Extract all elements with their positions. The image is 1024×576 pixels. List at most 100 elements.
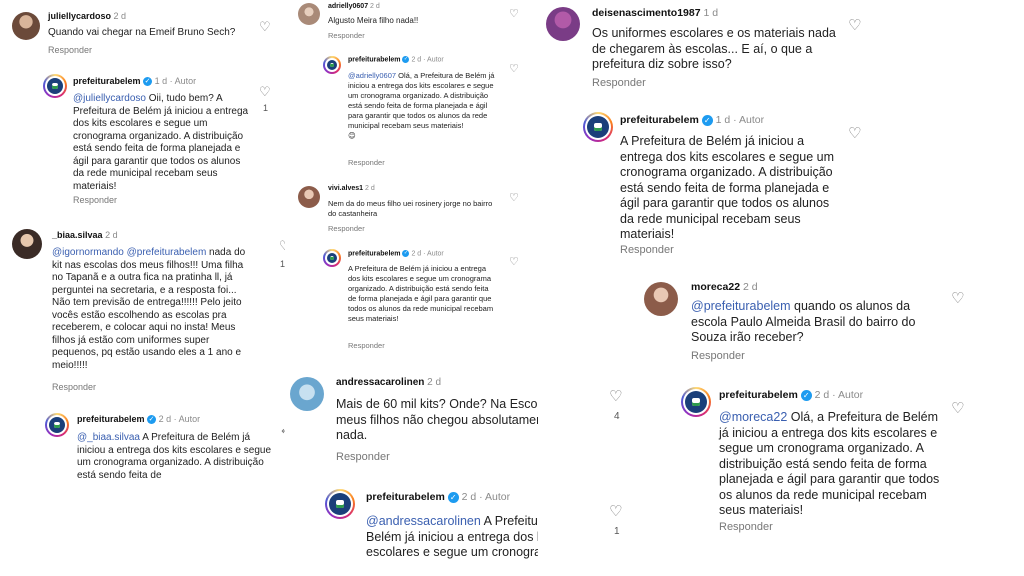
reply-button[interactable]: Responder bbox=[719, 521, 773, 533]
comment-text: @adrielly0607 Olá, a Prefeitura de Belém… bbox=[348, 71, 498, 141]
username[interactable]: andressacarolinen bbox=[336, 377, 424, 388]
mention-link[interactable]: @andressacarolinen bbox=[366, 514, 481, 528]
username[interactable]: prefeiturabelem bbox=[366, 491, 445, 503]
reply-button[interactable]: Responder bbox=[691, 350, 745, 362]
heart-icon[interactable]: ♡ bbox=[259, 20, 271, 33]
verified-badge-icon: ✓ bbox=[143, 77, 153, 87]
heart-icon[interactable]: ♡ bbox=[848, 18, 861, 33]
reply-button[interactable]: Responder bbox=[336, 451, 390, 463]
mention-link[interactable]: @prefeiturabelem bbox=[127, 247, 207, 258]
comment-text: @juliellycardoso Oii, tudo bem? A Prefei… bbox=[73, 93, 249, 192]
reply-button[interactable]: Responder bbox=[52, 382, 96, 392]
avatar[interactable] bbox=[290, 377, 324, 411]
timestamp: 2 d bbox=[427, 377, 442, 388]
reply-button[interactable]: Responder bbox=[620, 244, 674, 256]
username[interactable]: prefeiturabelem bbox=[719, 389, 798, 401]
avatar[interactable] bbox=[322, 248, 342, 268]
heart-icon[interactable]: ♡ bbox=[259, 85, 271, 98]
comment-text: Os uniformes escolares e os materiais na… bbox=[592, 26, 836, 71]
reply-button[interactable]: Responder bbox=[48, 45, 92, 55]
username[interactable]: prefeiturabelem bbox=[348, 250, 401, 257]
timestamp: 2 d bbox=[364, 185, 375, 192]
comment-header: prefeiturabelem ✓ 2 d · Autor bbox=[348, 56, 444, 64]
verified-badge-icon: ✓ bbox=[147, 415, 157, 425]
comment-header: prefeiturabelem ✓ 2 d · Autor bbox=[348, 250, 444, 258]
heart-icon[interactable]: ♡ bbox=[509, 9, 519, 20]
reply-arrow-icon[interactable]: ↲ bbox=[280, 426, 285, 436]
comment-text: @prefeiturabelem quando os alunos da esc… bbox=[691, 299, 916, 344]
comment-header: prefeiturabelem ✓ 2 d · Autor bbox=[366, 491, 511, 503]
heart-icon[interactable]: ♡ bbox=[279, 239, 285, 252]
author-label: Autor bbox=[174, 76, 197, 86]
comment-header: deisenascimento1987 1 d bbox=[592, 7, 718, 19]
username[interactable]: vivi.alves1 bbox=[328, 185, 363, 192]
avatar[interactable] bbox=[298, 3, 320, 25]
reply-button[interactable]: Responder bbox=[73, 195, 117, 205]
reply-button[interactable]: Responder bbox=[328, 31, 365, 40]
comment-text: Quando vai chegar na Emeif Bruno Sech? bbox=[48, 27, 236, 38]
comment-header: juliellycardoso 2 d bbox=[48, 11, 126, 21]
avatar[interactable] bbox=[322, 55, 342, 75]
mention-link[interactable]: @prefeiturabelem bbox=[691, 299, 791, 313]
heart-icon[interactable]: ♡ bbox=[509, 64, 519, 75]
username[interactable]: prefeiturabelem bbox=[620, 114, 699, 126]
comment-header: adrielly0607 2 d bbox=[328, 3, 380, 10]
comments-column-2: adrielly0607 2 d Algusto Meira filho nad… bbox=[288, 0, 538, 576]
avatar[interactable] bbox=[324, 488, 356, 520]
comment-text: @moreca22 Olá, a Prefeitura de Belém já … bbox=[719, 410, 940, 517]
author-label: Autor bbox=[427, 56, 444, 64]
comments-column-3: deisenascimento1987 1 d Os uniformes esc… bbox=[540, 0, 1024, 576]
comment-header: prefeiturabelem ✓ 1 d · Autor bbox=[73, 76, 197, 87]
avatar[interactable] bbox=[644, 282, 678, 316]
mention-link[interactable]: @_biaa.silvaa bbox=[77, 432, 140, 443]
timestamp: 2 d bbox=[158, 414, 172, 424]
author-label: Autor bbox=[739, 114, 765, 126]
comment-text: A Prefeitura de Belém já iniciou a entre… bbox=[620, 134, 835, 241]
username[interactable]: deisenascimento1987 bbox=[592, 7, 701, 19]
username[interactable]: moreca22 bbox=[691, 281, 740, 293]
mention-link[interactable]: @igornormando bbox=[52, 247, 124, 258]
heart-icon[interactable]: ♡ bbox=[848, 126, 861, 141]
reply-button[interactable]: Responder bbox=[348, 158, 385, 167]
timestamp: 2 d bbox=[814, 389, 830, 401]
avatar[interactable] bbox=[546, 7, 580, 41]
comments-column-1: juliellycardoso 2 d Quando vai chegar na… bbox=[0, 0, 285, 576]
verified-badge-icon: ✓ bbox=[701, 114, 713, 126]
reply-button[interactable]: Responder bbox=[592, 77, 646, 89]
heart-icon[interactable]: ♡ bbox=[509, 193, 519, 204]
mention-link[interactable]: @juliellycardoso bbox=[73, 93, 146, 104]
username[interactable]: juliellycardoso bbox=[48, 11, 111, 21]
username[interactable]: prefeiturabelem bbox=[348, 56, 401, 63]
username[interactable]: prefeiturabelem bbox=[77, 414, 145, 424]
avatar[interactable] bbox=[582, 111, 614, 143]
avatar[interactable] bbox=[44, 412, 70, 438]
heart-icon[interactable]: ♡ bbox=[509, 257, 519, 268]
comment-header: andressacarolinen 2 d bbox=[336, 377, 441, 388]
username[interactable]: _biaa.silvaa bbox=[52, 230, 103, 240]
comment-header: _biaa.silvaa 2 d bbox=[52, 230, 118, 240]
timestamp: 1 d bbox=[715, 114, 731, 126]
author-label: Autor bbox=[485, 491, 511, 503]
comment-text: Mais de 60 mil kits? Onde? Na Escola dos… bbox=[336, 397, 538, 442]
avatar[interactable] bbox=[680, 386, 712, 418]
heart-icon[interactable]: ♡ bbox=[951, 291, 964, 306]
comment-text: @_biaa.silvaa A Prefeitura de Belém já i… bbox=[77, 432, 272, 481]
comment-text: A Prefeitura de Belém já iniciou a entre… bbox=[348, 264, 494, 323]
avatar[interactable] bbox=[12, 12, 40, 40]
mention-link[interactable]: @adrielly0607 bbox=[348, 71, 396, 80]
reply-button[interactable]: Responder bbox=[328, 224, 365, 233]
timestamp: 2 d bbox=[370, 3, 380, 10]
author-label: Autor bbox=[178, 414, 201, 424]
avatar[interactable] bbox=[12, 229, 42, 259]
verified-badge-icon: ✓ bbox=[447, 491, 459, 503]
reply-button[interactable]: Responder bbox=[348, 341, 385, 350]
timestamp: 2 d bbox=[411, 56, 422, 64]
like-count: 1 bbox=[263, 103, 269, 113]
avatar[interactable] bbox=[298, 186, 320, 208]
avatar[interactable] bbox=[42, 73, 68, 99]
username[interactable]: prefeiturabelem bbox=[73, 76, 141, 86]
verified-badge-icon: ✓ bbox=[402, 56, 410, 63]
mention-link[interactable]: @moreca22 bbox=[719, 410, 787, 424]
heart-icon[interactable]: ♡ bbox=[951, 401, 964, 416]
username[interactable]: adrielly0607 bbox=[328, 3, 368, 10]
